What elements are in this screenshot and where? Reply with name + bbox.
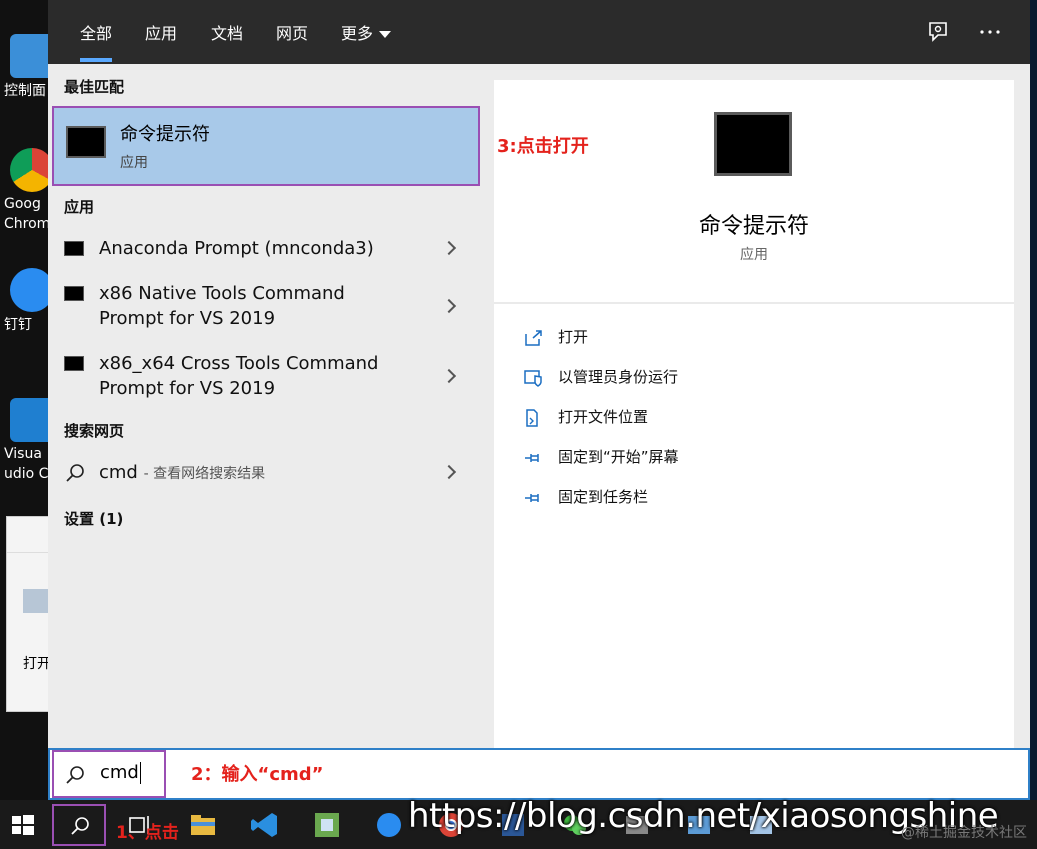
desktop-icon-dingtalk[interactable]: 钉钉 xyxy=(4,268,54,334)
app-result-label: x86_x64 Cross Tools Command xyxy=(99,353,379,374)
desktop-icon-label: 钉钉 xyxy=(4,317,32,333)
chevron-right-icon[interactable] xyxy=(441,464,457,480)
best-match-subtitle: 应用 xyxy=(120,155,148,171)
chevron-right-icon[interactable] xyxy=(441,298,457,314)
tab-all[interactable]: 全部 xyxy=(80,20,113,62)
action-label: 固定到“开始”屏幕 xyxy=(558,448,679,466)
app-result-item[interactable]: x86 Native Tools Command Prompt for VS 2… xyxy=(48,280,480,332)
tab-documents[interactable]: 文档 xyxy=(211,20,243,60)
tab-apps[interactable]: 应用 xyxy=(145,20,177,60)
taskbar-search-button[interactable] xyxy=(52,804,106,846)
desktop-icon-control-panel[interactable]: 控制面 xyxy=(4,34,54,100)
desktop-icon-label: Visua udio C xyxy=(4,446,49,482)
terminal-icon xyxy=(64,356,84,371)
section-web: 搜索网页 xyxy=(64,422,125,440)
action-label: 以管理员身份运行 xyxy=(558,368,679,386)
app-result-label: Anaconda Prompt (mnconda3) xyxy=(99,238,374,259)
annotation-step2: 2：输入“cmd” xyxy=(191,764,324,785)
action-label: 打开 xyxy=(558,328,589,346)
file-location-icon xyxy=(526,408,538,427)
action-label: 打开文件位置 xyxy=(558,408,649,426)
watermark-site: @稀土掘金技术社区 xyxy=(901,825,1027,841)
search-input-highlight xyxy=(52,750,166,798)
command-prompt-icon xyxy=(66,126,106,158)
action-open[interactable]: 打开 xyxy=(524,326,588,347)
preview-pane: 命令提示符 应用 打开 以管理员身份运行 打开文件位置 固定到“开始”屏幕 固定… xyxy=(494,80,1014,748)
desktop-window: 打开 xyxy=(6,516,53,712)
tab-web[interactable]: 网页 xyxy=(276,20,308,60)
windows-start-icon[interactable] xyxy=(8,810,38,840)
section-settings[interactable]: 设置 (1) xyxy=(64,508,123,529)
desktop-icon-label: Goog Chrom xyxy=(4,196,51,232)
web-search-label: cmd - 查看网络搜索结果 xyxy=(99,462,266,483)
more-options-icon[interactable] xyxy=(976,18,1004,46)
web-search-item[interactable]: cmd - 查看网络搜索结果 xyxy=(48,458,480,488)
tab-more[interactable]: 更多 xyxy=(341,20,392,60)
terminal-icon xyxy=(64,241,84,256)
chevron-down-icon xyxy=(379,31,392,38)
action-label: 固定到任务栏 xyxy=(558,488,649,506)
desktop-icon-vscode[interactable]: Visua udio C xyxy=(4,398,54,484)
annotation-step1: 1、点击 xyxy=(116,823,179,843)
action-pin-to-start[interactable]: 固定到“开始”屏幕 xyxy=(524,446,679,467)
search-icon xyxy=(71,817,89,835)
feedback-icon[interactable] xyxy=(924,18,952,46)
action-pin-to-taskbar[interactable]: 固定到任务栏 xyxy=(524,486,648,507)
annotation-step3: 3:点击打开 xyxy=(497,136,589,157)
command-prompt-large-icon xyxy=(714,112,792,176)
file-explorer-icon[interactable] xyxy=(188,810,218,840)
window-title-bar xyxy=(7,517,51,553)
app-result-label-line2: Prompt for VS 2019 xyxy=(99,378,276,399)
window-label: 打开 xyxy=(23,656,51,672)
app-result-item[interactable]: Anaconda Prompt (mnconda3) xyxy=(48,234,480,264)
preview-subtitle: 应用 xyxy=(740,247,768,263)
action-run-as-admin[interactable]: 以管理员身份运行 xyxy=(524,366,678,387)
pin-icon xyxy=(525,493,539,502)
pin-icon xyxy=(525,453,539,462)
section-best-match: 最佳匹配 xyxy=(64,78,125,96)
terminal-icon xyxy=(64,286,84,301)
app-taskbar-icon[interactable] xyxy=(312,810,342,840)
desktop-background: 控制面 Goog Chrom 钉钉 Visua udio C 打开 xyxy=(0,0,54,800)
search-icon xyxy=(66,464,84,482)
action-open-file-location[interactable]: 打开文件位置 xyxy=(524,406,648,427)
vscode-taskbar-icon[interactable] xyxy=(250,810,280,840)
desktop-icon-chrome[interactable]: Goog Chrom xyxy=(4,148,54,234)
divider xyxy=(494,302,1014,304)
best-match-title: 命令提示符 xyxy=(120,124,210,145)
preview-title: 命令提示符 xyxy=(698,214,809,239)
app-result-item[interactable]: x86_x64 Cross Tools Command Prompt for V… xyxy=(48,350,480,402)
desktop-icon-label: 控制面 xyxy=(4,83,46,99)
start-menu: 全部 应用 文档 网页 更多 最佳匹配 命令提示符 应用 应用 Anaconda… xyxy=(48,0,1030,800)
shield-icon xyxy=(524,369,542,387)
app-result-label-line2: Prompt for VS 2019 xyxy=(99,308,276,329)
open-icon xyxy=(525,329,542,346)
dingtalk-taskbar-icon[interactable] xyxy=(374,810,404,840)
section-apps: 应用 xyxy=(64,198,95,216)
menu-header: 全部 应用 文档 网页 更多 xyxy=(48,0,1030,64)
app-result-label: x86 Native Tools Command xyxy=(99,283,345,304)
chevron-right-icon[interactable] xyxy=(441,368,457,384)
best-match-item[interactable]: 命令提示符 应用 xyxy=(52,106,480,186)
chevron-right-icon[interactable] xyxy=(441,240,457,256)
